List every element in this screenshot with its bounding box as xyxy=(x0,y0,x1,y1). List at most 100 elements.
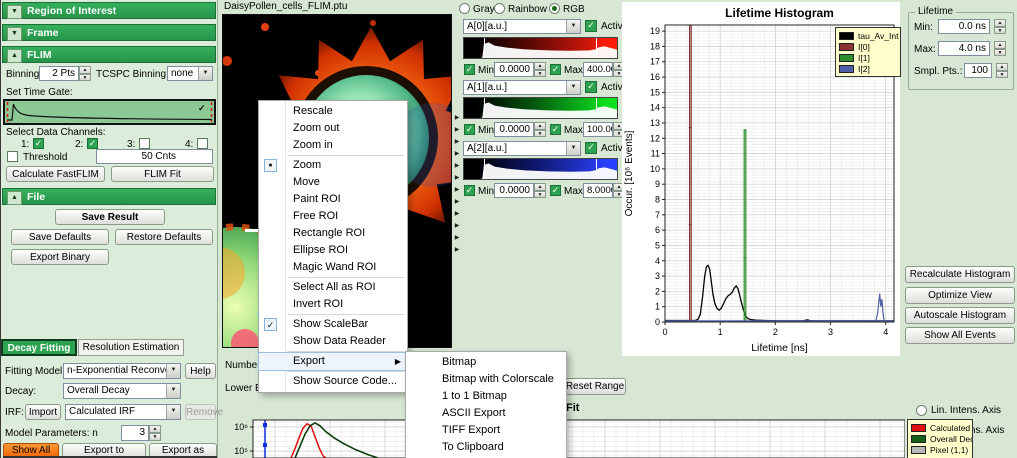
dropdown-arrow-icon[interactable]: ▼ xyxy=(166,405,180,419)
menu-item-zoom[interactable]: ●Zoom xyxy=(259,157,407,174)
channel-2-checkbox[interactable]: ✓ xyxy=(87,138,98,149)
dropdown-arrow-icon[interactable]: ▼ xyxy=(566,142,580,155)
menu-item-invert-roi[interactable]: Invert ROI xyxy=(259,296,407,313)
menu-item-show-data-reader[interactable]: Show Data Reader xyxy=(259,333,407,350)
decay-dropdown[interactable]: Overall Decay ▼ xyxy=(63,383,181,399)
channel-0-max-checkbox[interactable]: ✓ xyxy=(550,64,561,75)
menu-item-free-roi[interactable]: Free ROI xyxy=(259,208,407,225)
lifetime-min-field[interactable]: 0.0 ns xyxy=(938,19,990,34)
menu-item-rescale[interactable]: Rescale xyxy=(259,103,407,120)
reset-range-button[interactable]: Reset Range xyxy=(564,378,626,395)
channel-0-min-spinner[interactable]: ▲▼ xyxy=(534,62,546,77)
lifetime-min-spinner[interactable]: ▲▼ xyxy=(994,19,1006,34)
channel-1-active-checkbox[interactable]: ✓ xyxy=(585,81,597,93)
channel-0-max-marker[interactable] xyxy=(596,38,597,58)
channel-0-histogram[interactable] xyxy=(463,37,618,59)
menu-item-paint-roi[interactable]: Paint ROI xyxy=(259,191,407,208)
dropdown-arrow-icon[interactable]: ▼ xyxy=(566,81,580,94)
channel-1-max-checkbox[interactable]: ✓ xyxy=(550,124,561,135)
channel-1-max-marker[interactable] xyxy=(596,98,597,118)
dropdown-arrow-icon[interactable]: ▼ xyxy=(566,20,580,33)
optimize-view-button[interactable]: Optimize View xyxy=(905,287,1015,304)
submenu-item-bitmap[interactable]: Bitmap xyxy=(406,354,566,371)
model-parameters-spinner[interactable]: ▲▼ xyxy=(149,425,161,441)
channel-2-min-marker[interactable] xyxy=(484,159,485,179)
section-header-flim[interactable]: ▲ FLIM xyxy=(2,46,216,63)
channel-2-min-spinner[interactable]: ▲▼ xyxy=(534,183,546,198)
channel-3-checkbox[interactable] xyxy=(139,138,150,149)
export-binary-button[interactable]: Export Binary xyxy=(11,249,109,265)
save-result-button[interactable]: Save Result xyxy=(55,209,165,225)
channel-1-min-field[interactable]: 0.0000 xyxy=(494,122,534,137)
import-irf-button[interactable]: Import xyxy=(25,404,61,420)
display-mode-rgb-radio[interactable] xyxy=(549,3,560,14)
fitting-model-dropdown[interactable]: n-Exponential Reconvolutio ▼ xyxy=(63,363,181,379)
channel-0-min-field[interactable]: 0.0000 xyxy=(494,62,534,77)
binning-field[interactable]: 2 Pts xyxy=(39,66,79,81)
recalculate-histogram-button[interactable]: Recalculate Histogram xyxy=(905,266,1015,283)
collapse-arrow-icon[interactable]: ▲ xyxy=(7,191,22,205)
remove-irf-button[interactable]: Remove xyxy=(185,404,216,420)
time-gate-plot[interactable]: ✓ xyxy=(3,99,216,125)
threshold-checkbox[interactable] xyxy=(7,151,18,162)
channel-2-min-field[interactable]: 0.0000 xyxy=(494,183,534,198)
channel-4-checkbox[interactable] xyxy=(197,138,208,149)
lifetime-smpl-pts-spinner[interactable]: ▲▼ xyxy=(996,63,1008,78)
submenu-item-ascii-export[interactable]: ASCII Export xyxy=(406,405,566,422)
channel-1-histogram[interactable] xyxy=(463,97,618,119)
channel-0-max-field[interactable]: 400.000 xyxy=(583,62,613,77)
collapse-arrow-icon[interactable]: ▼ xyxy=(7,27,22,41)
menu-item-move[interactable]: Move xyxy=(259,174,407,191)
display-mode-gray-radio[interactable] xyxy=(459,3,470,14)
irf-dropdown[interactable]: Calculated IRF ▼ xyxy=(65,404,181,420)
show-all-events-button[interactable]: Show All Events xyxy=(905,327,1015,344)
binning-spinner[interactable]: ▲▼ xyxy=(79,66,91,81)
menu-item-show-source-code[interactable]: Show Source Code... xyxy=(259,373,407,390)
menu-item-zoom-out[interactable]: Zoom out xyxy=(259,120,407,137)
dropdown-arrow-icon[interactable]: ▼ xyxy=(198,67,212,80)
channel-2-min-checkbox[interactable]: ✓ xyxy=(464,185,475,196)
dropdown-arrow-icon[interactable]: ▼ xyxy=(166,384,180,398)
channel-0-active-checkbox[interactable]: ✓ xyxy=(585,20,597,32)
channel-2-max-checkbox[interactable]: ✓ xyxy=(550,185,561,196)
menu-item-zoom-in[interactable]: Zoom in xyxy=(259,137,407,154)
menu-item-export[interactable]: Export▶ xyxy=(259,353,407,370)
submenu-item-tiff-export[interactable]: TIFF Export xyxy=(406,422,566,439)
menu-item-magic-wand-roi[interactable]: Magic Wand ROI xyxy=(259,259,407,276)
section-header-file[interactable]: ▲ File xyxy=(2,188,216,205)
submenu-item-bitmap-with-colorscale[interactable]: Bitmap with Colorscale xyxy=(406,371,566,388)
section-header-frame[interactable]: ▼ Frame xyxy=(2,24,216,41)
menu-item-ellipse-roi[interactable]: Ellipse ROI xyxy=(259,242,407,259)
channel-1-min-marker[interactable] xyxy=(484,98,485,118)
threshold-field[interactable]: 50 Cnts xyxy=(96,149,213,164)
channel-1-min-spinner[interactable]: ▲▼ xyxy=(534,122,546,137)
channel-1-min-checkbox[interactable]: ✓ xyxy=(464,124,475,135)
submenu-item-to-clipboard[interactable]: To Clipboard xyxy=(406,439,566,456)
autoscale-histogram-button[interactable]: Autoscale Histogram xyxy=(905,307,1015,324)
collapse-arrow-icon[interactable]: ▲ xyxy=(7,49,22,63)
flim-fit-button[interactable]: FLIM Fit xyxy=(111,166,214,182)
tab-resolution-estimation[interactable]: Resolution Estimation xyxy=(78,339,184,356)
lifetime-max-field[interactable]: 4.0 ns xyxy=(938,41,990,56)
tcspc-binning-dropdown[interactable]: none ▼ xyxy=(167,66,213,81)
menu-item-rectangle-roi[interactable]: Rectangle ROI xyxy=(259,225,407,242)
restore-defaults-button[interactable]: Restore Defaults xyxy=(115,229,213,245)
channel-2-max-field[interactable]: 8.0000 xyxy=(583,183,613,198)
display-mode-rainbow-radio[interactable] xyxy=(494,3,505,14)
help-button[interactable]: Help xyxy=(185,363,216,379)
panel-splitter[interactable]: ▶▶▶▶▶▶▶▶▶▶▶▶ xyxy=(452,112,462,258)
dropdown-arrow-icon[interactable]: ▼ xyxy=(166,364,180,378)
save-defaults-button[interactable]: Save Defaults xyxy=(11,229,109,245)
channel-1-checkbox[interactable]: ✓ xyxy=(33,138,44,149)
submenu-item-1-to-1-bitmap[interactable]: 1 to 1 Bitmap xyxy=(406,388,566,405)
channel-0-dropdown[interactable]: A[0][a.u.] ▼ xyxy=(463,19,581,34)
channel-1-max-field[interactable]: 100.000 xyxy=(583,122,613,137)
lifetime-smpl-pts-field[interactable]: 100 xyxy=(964,63,992,78)
section-header-region-of-interest[interactable]: ▼ Region of Interest xyxy=(2,2,216,19)
channel-1-dropdown[interactable]: A[1][a.u.] ▼ xyxy=(463,80,581,95)
lin-intensity-axis-radio[interactable] xyxy=(916,405,927,416)
channel-2-max-marker[interactable] xyxy=(596,159,597,179)
menu-item-select-all-as-roi[interactable]: Select All as ROI xyxy=(259,279,407,296)
calculate-fastflim-button[interactable]: Calculate FastFLIM xyxy=(6,166,105,182)
channel-2-active-checkbox[interactable]: ✓ xyxy=(585,142,597,154)
